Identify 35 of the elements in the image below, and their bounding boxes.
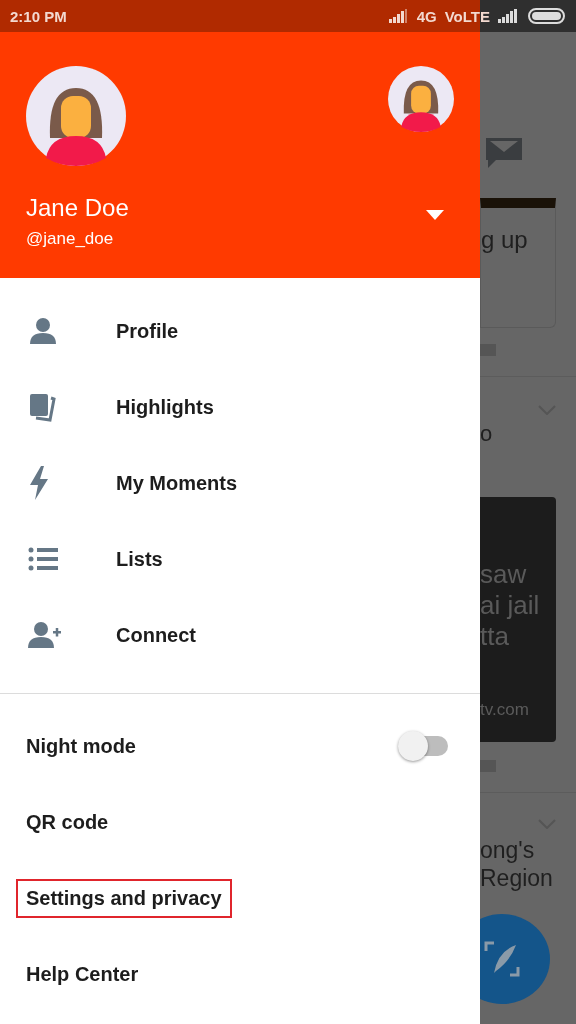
signal-icon	[498, 9, 518, 23]
menu-item[interactable]: Lists	[116, 547, 163, 571]
image-source: tv.com	[480, 699, 530, 722]
signal-icon	[388, 9, 409, 23]
toggle-switch[interactable]	[398, 731, 450, 761]
network-type: 4G	[416, 7, 437, 25]
menu-item[interactable]: Settings and privacy	[16, 878, 232, 918]
caret-icon[interactable]	[426, 210, 444, 220]
menu-item[interactable]: My Moments	[116, 471, 238, 495]
menu-item[interactable]: Help Center	[16, 954, 149, 994]
account-name: Jane Doe	[26, 194, 129, 222]
status-time: 2:10 PM	[10, 7, 67, 25]
image-caption: ai jail	[480, 590, 541, 622]
card-text: g up	[481, 226, 529, 255]
compose-button[interactable]	[480, 914, 550, 1004]
menu-item[interactable]: Highlights	[116, 395, 214, 419]
tweet-text: Region	[480, 865, 554, 893]
battery-icon	[528, 8, 566, 24]
menu-item[interactable]: Profile	[116, 319, 179, 343]
lightning-icon	[28, 466, 50, 500]
menu-item[interactable]: QR code	[16, 802, 119, 842]
account-avatar[interactable]	[388, 66, 454, 132]
person-icon	[28, 316, 58, 346]
menu-item[interactable]: Night mode	[16, 726, 146, 766]
feather-icon	[484, 941, 520, 977]
image-caption: saw	[480, 559, 528, 591]
cards-icon	[28, 392, 56, 422]
person-add-icon	[28, 620, 62, 650]
account-handle: @jane_doe	[26, 229, 114, 249]
image-caption: tta	[480, 621, 510, 653]
tweet-text: o	[480, 421, 494, 448]
profile-avatar[interactable]	[26, 66, 126, 166]
list-icon	[28, 547, 58, 571]
tweet-text: ong's	[480, 837, 536, 865]
menu-item[interactable]: Connect	[116, 623, 196, 647]
